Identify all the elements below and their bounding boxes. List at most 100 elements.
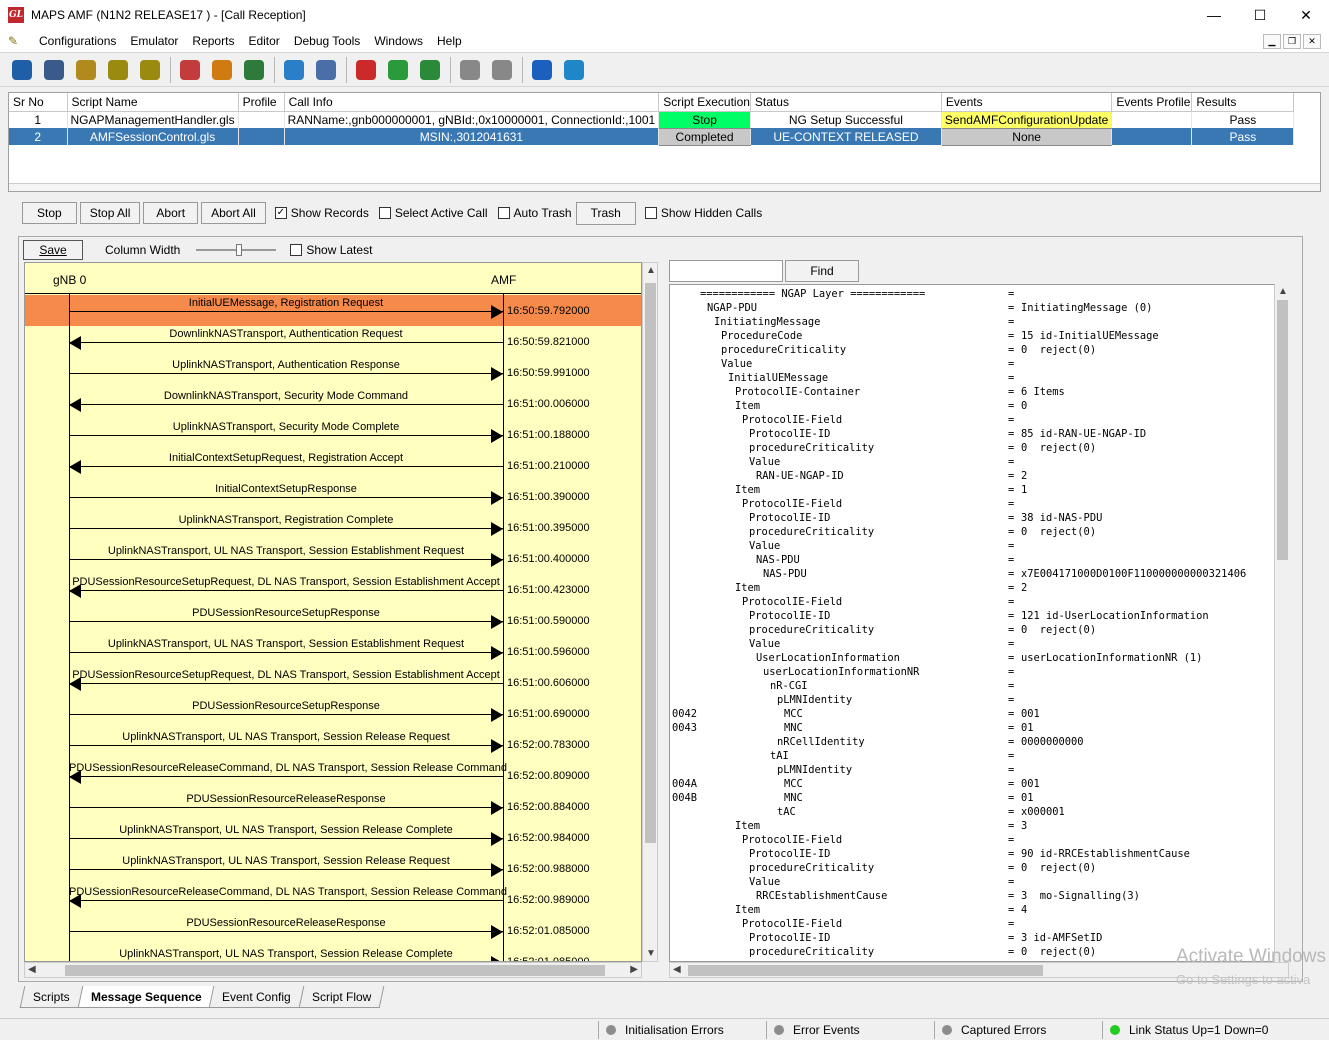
message-row[interactable]: UplinkNASTransport, Security Mode Comple… <box>25 419 641 450</box>
captured-errors-status[interactable]: Captured Errors <box>942 1023 1046 1037</box>
scroll-left-icon[interactable]: ◀ <box>673 964 681 975</box>
cell-events[interactable]: SendAMFConfigurationUpdate <box>940 110 1113 129</box>
column-header-events[interactable]: Events <box>941 93 1113 112</box>
database-button[interactable] <box>176 56 204 84</box>
cell-events-profile[interactable] <box>1111 128 1193 145</box>
mdi-minimize-button[interactable]: ▁ <box>1263 34 1281 49</box>
column-header-sr-no[interactable]: Sr No <box>9 93 68 112</box>
decode-line[interactable]: tAI = <box>670 749 1274 763</box>
abort-all-button[interactable]: Abort All <box>201 202 266 224</box>
decode-line[interactable]: tAC = x000001 <box>670 805 1274 819</box>
decode-line[interactable]: nR-CGI = <box>670 679 1274 693</box>
decode-line[interactable]: ProtocolIE-ID = 3 id-AMFSetID <box>670 931 1274 945</box>
scroll-left-icon[interactable]: ◀ <box>28 964 36 975</box>
tab-scripts[interactable]: Scripts <box>19 986 84 1008</box>
decode-line[interactable]: procedureCriticality = 0 reject(0) <box>670 441 1274 455</box>
show-hidden-calls-checkbox[interactable]: Show Hidden Calls <box>644 206 762 220</box>
decode-line[interactable]: Value = <box>670 455 1274 469</box>
decode-line[interactable]: Value = <box>670 637 1274 651</box>
cell-profile[interactable] <box>238 111 285 128</box>
select-active-call-checkbox[interactable]: Select Active Call <box>378 206 488 220</box>
close-button[interactable]: ✕ <box>1283 0 1329 30</box>
decode-line[interactable]: InitiatingMessage = <box>670 315 1274 329</box>
decode-line[interactable]: ProtocolIE-Field = <box>670 917 1274 931</box>
profile-edit-button[interactable] <box>72 56 100 84</box>
decode-line[interactable]: userLocationInformationNR = <box>670 665 1274 679</box>
column-header-call-info[interactable]: Call Info <box>284 93 660 112</box>
decode-line[interactable]: Item = 3 <box>670 819 1274 833</box>
abort-button[interactable]: Abort <box>143 202 199 224</box>
scroll-up-icon[interactable]: ▲ <box>1278 286 1288 297</box>
help-button[interactable] <box>528 56 556 84</box>
menu-reports[interactable]: Reports <box>185 30 241 52</box>
stop-all-button[interactable]: Stop All <box>79 202 141 224</box>
column-header-profile[interactable]: Profile <box>238 93 285 112</box>
cell-results[interactable]: Pass <box>1191 128 1295 145</box>
message-row[interactable]: PDUSessionResourceReleaseResponse 16:52:0… <box>25 791 641 822</box>
cell-script[interactable]: NGAPManagementHandler.gls <box>67 111 239 128</box>
decode-line[interactable]: 004A MCC = 001 <box>670 777 1274 791</box>
decode-line[interactable]: ProtocolIE-ID = 121 id-UserLocationInforma… <box>670 609 1274 623</box>
notepad-button[interactable] <box>40 56 68 84</box>
ladder-vertical-scrollbar[interactable]: ▲ ▼ <box>642 262 658 962</box>
decode-line[interactable]: Item = 1 <box>670 483 1274 497</box>
decode-line[interactable]: NGAP-PDU = InitiatingMessage (0) <box>670 301 1274 315</box>
column-header-events-profile[interactable]: Events Profile <box>1111 93 1193 112</box>
column-header-status[interactable]: Status <box>750 93 942 112</box>
cell-script[interactable]: AMFSessionControl.gls <box>67 128 239 145</box>
ladder-horizontal-scrollbar[interactable]: ◀ ▶ <box>24 962 642 978</box>
decode-line[interactable]: NAS-PDU = <box>670 553 1274 567</box>
edit-check-button[interactable] <box>280 56 308 84</box>
maximize-button[interactable]: ☐ <box>1237 0 1283 30</box>
decode-line[interactable]: procedureCriticality = 0 reject(0) <box>670 525 1274 539</box>
initialisation-errors-status[interactable]: Initialisation Errors <box>606 1023 724 1037</box>
message-row[interactable]: UplinkNASTransport, UL NAS Transport, Se… <box>25 729 641 760</box>
column-width-slider[interactable] <box>196 244 277 256</box>
message-row[interactable]: UplinkNASTransport, UL NAS Transport, Se… <box>25 946 641 961</box>
decode-line[interactable]: ProcedureCode = 15 id-InitialUEMessage <box>670 329 1274 343</box>
refresh-button[interactable] <box>560 56 588 84</box>
decode-line[interactable]: Value = <box>670 875 1274 889</box>
message-row[interactable]: PDUSessionResourceReleaseCommand, DL NAS… <box>25 884 641 915</box>
message-row[interactable]: PDUSessionResourceReleaseCommand, DL NAS… <box>25 760 641 791</box>
decode-line[interactable]: ProtocolIE-Field = <box>670 833 1274 847</box>
message-row[interactable]: UplinkNASTransport, UL NAS Transport, Se… <box>25 636 641 667</box>
message-row[interactable]: PDUSessionResourceSetupRequest, DL NAS T… <box>25 574 641 605</box>
script-table-scrollbar[interactable] <box>9 183 1320 191</box>
decode-line[interactable]: UserLocationInformation = userLocationInfo… <box>670 651 1274 665</box>
decode-line[interactable]: ProtocolIE-Field = <box>670 595 1274 609</box>
message-row[interactable]: InitialContextSetupResponse 16:51:00.3900… <box>25 481 641 512</box>
menu-windows[interactable]: Windows <box>367 30 430 52</box>
menu-debug-tools[interactable]: Debug Tools <box>287 30 368 52</box>
minimize-button[interactable]: — <box>1191 0 1237 30</box>
decode-line[interactable]: pLMNIdentity = <box>670 763 1274 777</box>
scroll-up-icon[interactable]: ▲ <box>646 265 656 276</box>
user-network-button[interactable] <box>240 56 268 84</box>
decode-line[interactable]: 004B MNC = 01 <box>670 791 1274 805</box>
message-row[interactable]: UplinkNASTransport, UL NAS Transport, Se… <box>25 853 641 884</box>
decode-line[interactable]: Item = 2 <box>670 581 1274 595</box>
decode-line[interactable]: ProtocolIE-Container = 6 Items <box>670 385 1274 399</box>
decode-line[interactable]: pLMNIdentity = <box>670 693 1274 707</box>
cell-sr[interactable]: 2 <box>9 128 68 145</box>
menu-configurations[interactable]: Configurations <box>32 30 123 52</box>
scroll-down-icon[interactable]: ▼ <box>646 948 656 959</box>
decode-line[interactable]: Value = <box>670 539 1274 553</box>
decode-line[interactable]: ProtocolIE-ID = 85 id-RAN-UE-NGAP-ID <box>670 427 1274 441</box>
find-button[interactable]: Find <box>785 260 859 282</box>
message-row[interactable]: PDUSessionResourceSetupResponse 16:51:00.… <box>25 605 641 636</box>
column-header-script-execution[interactable]: Script Execution <box>658 93 751 112</box>
error-events-status[interactable]: Error Events <box>774 1023 860 1037</box>
message-row[interactable]: PDUSessionResourceSetupRequest, DL NAS T… <box>25 667 641 698</box>
cell-call-info[interactable]: MSIN:,3012041631 <box>284 128 660 145</box>
decode-line[interactable]: procedureCriticality = 0 reject(0) <box>670 343 1274 357</box>
decode-line[interactable]: RAN-UE-NGAP-ID = 2 <box>670 469 1274 483</box>
cell-profile[interactable] <box>238 128 285 145</box>
decode-line[interactable]: ProtocolIE-Field = <box>670 413 1274 427</box>
record-clear-button[interactable] <box>384 56 412 84</box>
mdi-close-button[interactable]: ✕ <box>1303 34 1321 49</box>
tools-button[interactable] <box>312 56 340 84</box>
cell-results[interactable]: Pass <box>1191 111 1295 128</box>
show-records-checkbox[interactable]: ✓ Show Records <box>274 206 369 220</box>
cell-status[interactable]: NG Setup Successful <box>750 111 942 128</box>
